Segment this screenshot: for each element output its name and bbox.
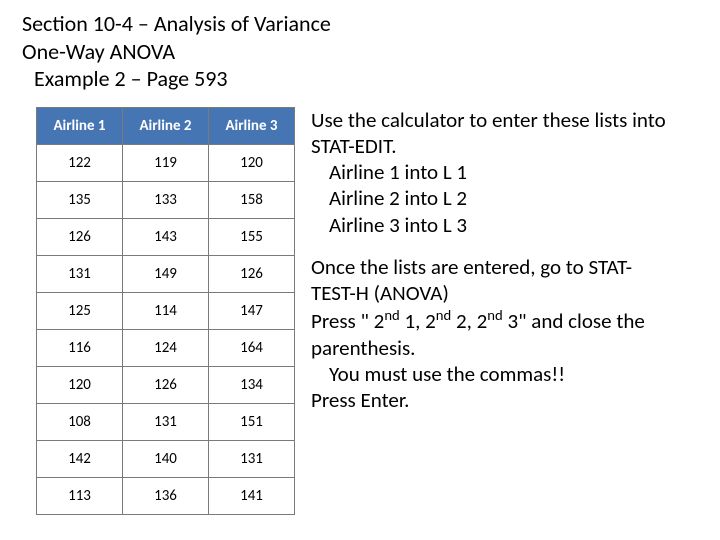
text: 1, 2 [400, 308, 436, 334]
cell: 124 [123, 329, 209, 366]
title-line-2: One-Way ANOVA [22, 38, 698, 66]
text: You must use the commas!! [311, 361, 671, 387]
table-row: 142140131 [37, 440, 295, 477]
cell: 113 [37, 477, 123, 514]
cell: 126 [123, 366, 209, 403]
text: Once the lists are entered, go to STAT-T… [311, 254, 632, 306]
cell: 131 [209, 440, 295, 477]
instruction-para-2: Once the lists are entered, go to STAT-T… [311, 254, 671, 414]
cell: 126 [209, 255, 295, 292]
cell: 143 [123, 218, 209, 255]
table-row: 135133158 [37, 181, 295, 218]
cell: 120 [37, 366, 123, 403]
cell: 155 [209, 218, 295, 255]
table-row: 108131151 [37, 403, 295, 440]
instructions: Use the calculator to enter these lists … [311, 107, 671, 430]
title-block: Section 10-4 – Analysis of Variance One-… [22, 10, 698, 93]
cell: 158 [209, 181, 295, 218]
table-row: 120126134 [37, 366, 295, 403]
cell: 151 [209, 403, 295, 440]
cell: 122 [37, 144, 123, 181]
cell: 147 [209, 292, 295, 329]
title-line-1: Section 10-4 – Analysis of Variance [22, 10, 698, 38]
col-header: Airline 3 [209, 107, 295, 144]
table-row: 131149126 [37, 255, 295, 292]
text: 2, 2 [451, 308, 487, 334]
instruction-para-1: Use the calculator to enter these lists … [311, 107, 671, 238]
cell: 134 [209, 366, 295, 403]
col-header: Airline 1 [37, 107, 123, 144]
table-row: 116124164 [37, 329, 295, 366]
table-row: 122119120 [37, 144, 295, 181]
text: Airline 3 into L 3 [311, 212, 671, 238]
text: Airline 1 into L 1 [311, 159, 671, 185]
cell: 125 [37, 292, 123, 329]
cell: 120 [209, 144, 295, 181]
superscript: nd [436, 306, 451, 324]
cell: 164 [209, 329, 295, 366]
data-table: Airline 1 Airline 2 Airline 3 122119120 … [36, 107, 295, 515]
cell: 133 [123, 181, 209, 218]
title-line-3: Example 2 – Page 593 [22, 65, 698, 93]
cell: 116 [37, 329, 123, 366]
cell: 108 [37, 403, 123, 440]
superscript: nd [384, 306, 399, 324]
text: Press " 2 [311, 308, 384, 334]
text: Press Enter. [311, 387, 409, 413]
text: Airline 2 into L 2 [311, 185, 671, 211]
cell: 136 [123, 477, 209, 514]
table-header-row: Airline 1 Airline 2 Airline 3 [37, 107, 295, 144]
cell: 126 [37, 218, 123, 255]
cell: 141 [209, 477, 295, 514]
cell: 114 [123, 292, 209, 329]
cell: 131 [37, 255, 123, 292]
cell: 119 [123, 144, 209, 181]
cell: 142 [37, 440, 123, 477]
table-row: 113136141 [37, 477, 295, 514]
cell: 149 [123, 255, 209, 292]
cell: 140 [123, 440, 209, 477]
cell: 135 [37, 181, 123, 218]
table-row: 125114147 [37, 292, 295, 329]
col-header: Airline 2 [123, 107, 209, 144]
cell: 131 [123, 403, 209, 440]
text: Use the calculator to enter these lists … [311, 107, 666, 159]
superscript: nd [487, 306, 502, 324]
table-row: 126143155 [37, 218, 295, 255]
